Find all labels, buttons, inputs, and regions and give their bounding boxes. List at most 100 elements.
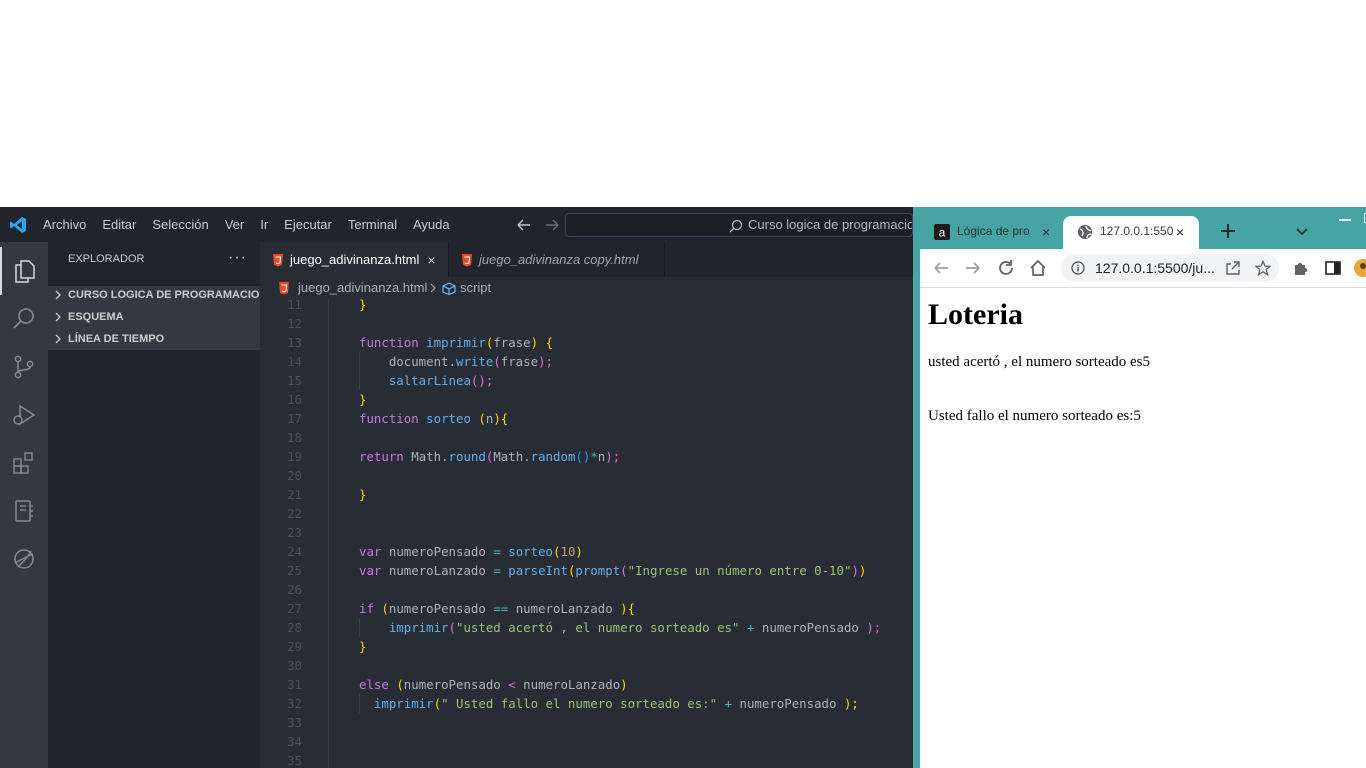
close-tab-button[interactable]: × <box>427 252 435 268</box>
files-icon <box>15 260 35 283</box>
planet-icon <box>14 549 34 569</box>
section-curso-logica[interactable]: CURSO LOGICA DE PROGRAMACION <box>48 284 260 306</box>
reload-icon[interactable] <box>997 259 1015 277</box>
code-line: 25 var numeroLanzado = parseInt(prompt("I… <box>287 563 867 578</box>
code-line: 31 else (numeroPensado < numeroLanzado) <box>287 677 628 692</box>
code-line: 19 return Math.round(Math.random()*n); <box>287 449 621 464</box>
browser-tab-logica[interactable]: a Lógica de pro × <box>920 216 1065 249</box>
code-line: 14 document.write(frase); <box>287 354 553 369</box>
code-line: 28 imprimir("usted acertó , el numero so… <box>287 620 882 635</box>
home-icon[interactable] <box>1029 259 1047 277</box>
avatar[interactable] <box>1354 259 1366 277</box>
globe-icon <box>1078 225 1092 239</box>
tab-juego-adivinanza-copy[interactable]: juego_adivinanza copy.html <box>449 242 665 277</box>
new-tab-plus-icon[interactable] <box>1218 221 1238 241</box>
more-actions-button[interactable]: ··· <box>228 242 247 277</box>
explorer-sidebar: EXPLORADOR ··· CURSO LOGICA DE PROGRAMAC… <box>48 242 260 768</box>
alura-favicon-icon: a <box>934 224 950 240</box>
address-url: 127.0.0.1:5500/ju... <box>1095 260 1215 276</box>
menu-ayuda[interactable]: Ayuda <box>405 207 458 242</box>
source-control-icon <box>14 355 34 379</box>
section-label: ESQUEMA <box>68 311 124 323</box>
screen: Archivo Editar Selección Ver Ir Ejecutar… <box>0 0 1366 768</box>
chevron-right-icon <box>55 312 61 322</box>
remote-activity[interactable] <box>0 535 48 583</box>
section-label: CURSO LOGICA DE PROGRAMACION <box>68 289 260 301</box>
html5-icon <box>273 253 283 266</box>
section-linea-de-tiempo[interactable]: LÍNEA DE TIEMPO <box>48 328 260 350</box>
html5-icon <box>462 253 472 266</box>
code-line: 17 function sorteo (n){ <box>287 411 509 426</box>
code-line: 33 <box>287 715 302 730</box>
code-line: 15 saltarLinea(); <box>287 373 494 388</box>
code-line: 16} <box>287 392 367 407</box>
browser-tab-title: Lógica de pro <box>957 224 1030 238</box>
browser-window: a Lógica de pro × 127.0.0.1:550 × 127.0.… <box>913 207 1366 768</box>
forward-arrow-icon[interactable] <box>964 259 982 277</box>
code-line: 12 <box>287 316 302 331</box>
explorer-activity[interactable] <box>0 247 48 295</box>
svg-text:a: a <box>939 226 946 240</box>
section-esquema[interactable]: ESQUEMA <box>48 306 260 328</box>
tab-juego-adivinanza[interactable]: juego_adivinanza.html × <box>260 242 449 277</box>
breadcrumb-symbol[interactable]: script <box>460 280 491 295</box>
breadcrumb: juego_adivinanza.html script <box>260 277 913 299</box>
code-line: 22 <box>287 506 302 521</box>
menu-editar[interactable]: Editar <box>94 207 144 242</box>
chevron-right-icon <box>430 283 436 293</box>
browser-tab-bar: a Lógica de pro × 127.0.0.1:550 × <box>920 207 1366 249</box>
share-icon[interactable] <box>1225 260 1241 276</box>
chevron-right-icon <box>55 290 61 300</box>
chevron-down-icon[interactable] <box>1295 225 1309 239</box>
cube-icon <box>442 282 456 295</box>
back-arrow-icon[interactable] <box>932 259 950 277</box>
extensions-puzzle-icon[interactable] <box>1292 259 1310 277</box>
menu-bar: Archivo Editar Selección Ver Ir Ejecutar… <box>35 207 458 242</box>
menu-ver[interactable]: Ver <box>217 207 253 242</box>
menu-ir[interactable]: Ir <box>252 207 276 242</box>
activity-bar <box>0 242 48 768</box>
code-line: 24 var numeroPensado = sorteo(10) <box>287 544 583 559</box>
page-title: Loteria <box>928 298 1023 331</box>
code-line: 35 <box>287 753 302 768</box>
tab-label: juego_adivinanza.html <box>290 252 420 267</box>
vscode-logo-icon <box>10 217 26 233</box>
source-control-activity[interactable] <box>0 343 48 391</box>
side-panel-icon[interactable] <box>1324 259 1342 277</box>
notebook-activity[interactable] <box>0 487 48 535</box>
code-line: 30 <box>287 658 302 673</box>
extensions-activity[interactable] <box>0 439 48 487</box>
code-line: 13 function imprimir(frase) { <box>287 335 554 350</box>
close-tab-button[interactable]: × <box>1042 224 1050 240</box>
address-bar[interactable]: 127.0.0.1:5500/ju... <box>1061 254 1279 282</box>
info-icon[interactable] <box>1071 261 1085 275</box>
chevron-right-icon <box>55 334 61 344</box>
star-icon[interactable] <box>1255 260 1271 276</box>
menu-ejecutar[interactable]: Ejecutar <box>276 207 340 242</box>
menu-archivo[interactable]: Archivo <box>35 207 94 242</box>
search-icon <box>729 219 743 233</box>
browser-tab-localhost[interactable]: 127.0.0.1:550 × <box>1063 216 1199 249</box>
page-line: Usted fallo el numero sorteado es:5 <box>928 408 1141 424</box>
code-line: 11} <box>287 299 367 312</box>
browser-tab-title: 127.0.0.1:550 <box>1100 224 1174 238</box>
menu-terminal[interactable]: Terminal <box>340 207 405 242</box>
run-debug-activity[interactable] <box>0 391 48 439</box>
search-icon <box>13 308 34 329</box>
code-line: 32 imprimir(" Usted fallo el numero sort… <box>287 696 859 711</box>
breadcrumb-file[interactable]: juego_adivinanza.html <box>298 280 427 295</box>
search-text: Curso logica de programacion <box>748 217 913 232</box>
menu-seleccion[interactable]: Selección <box>144 207 216 242</box>
extensions-icon <box>13 452 33 474</box>
search-activity[interactable] <box>0 295 48 343</box>
command-center-search[interactable]: Curso logica de programacion <box>565 213 913 237</box>
html5-icon <box>279 282 289 295</box>
sidebar-title: EXPLORADOR <box>68 253 145 265</box>
notebook-icon <box>15 500 33 522</box>
vscode-titlebar: Archivo Editar Selección Ver Ir Ejecutar… <box>0 207 913 242</box>
close-tab-button[interactable]: × <box>1176 224 1184 240</box>
back-arrow-icon[interactable] <box>517 219 530 231</box>
minimize-button[interactable] <box>1339 219 1351 221</box>
forward-arrow-icon[interactable] <box>546 219 559 231</box>
code-editor[interactable]: 11} 12 13 function imprimir(frase) { 14 d… <box>260 299 913 768</box>
